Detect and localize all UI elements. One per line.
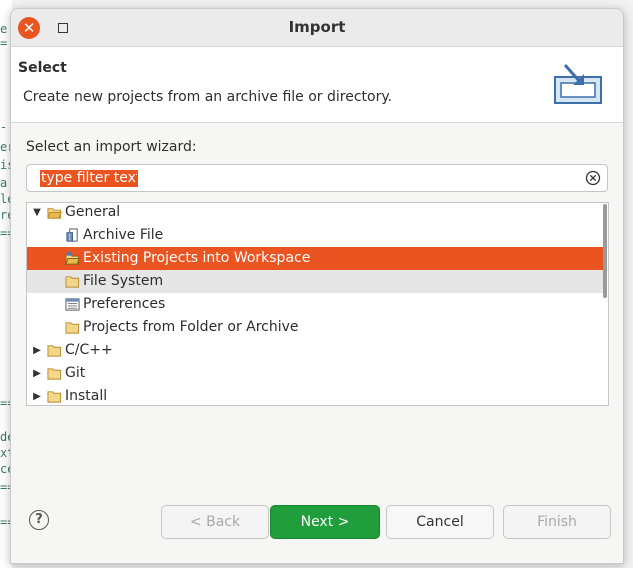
editor-fragment: - bbox=[0, 120, 8, 134]
project-folder-icon bbox=[65, 251, 80, 265]
tree-item-label: Preferences bbox=[83, 296, 166, 312]
tree-item-file-system[interactable]: File System bbox=[27, 270, 607, 293]
archive-file-icon bbox=[66, 228, 78, 242]
tree-item-label: Git bbox=[65, 365, 86, 381]
titlebar: ✕ Import bbox=[11, 9, 623, 47]
tree-item-label: Existing Projects into Workspace bbox=[83, 250, 311, 266]
wizard-tree[interactable]: ▼ General Archive File Existing Projects… bbox=[26, 202, 609, 406]
chevron-right-icon[interactable]: ▶ bbox=[31, 339, 43, 362]
folder-icon bbox=[65, 322, 80, 334]
wizard-label: Select an import wizard: bbox=[26, 139, 197, 155]
tree-scrollbar[interactable] bbox=[603, 204, 607, 298]
finish-button[interactable]: Finish bbox=[503, 505, 611, 539]
tree-item-label: C/C++ bbox=[65, 342, 113, 358]
preferences-icon bbox=[65, 298, 80, 311]
folder-icon bbox=[65, 276, 80, 288]
tree-item-projects-from-folder[interactable]: Projects from Folder or Archive bbox=[27, 316, 607, 339]
editor-fragment: = bbox=[0, 36, 8, 50]
editor-fragment: e bbox=[0, 22, 8, 36]
folder-icon bbox=[47, 391, 62, 403]
folder-open-icon bbox=[47, 208, 62, 219]
window-title: Import bbox=[288, 18, 346, 36]
editor-fragment: a bbox=[0, 176, 8, 190]
filter-field[interactable] bbox=[26, 164, 608, 192]
tree-item-archive-file[interactable]: Archive File bbox=[27, 224, 607, 247]
page-title: Select bbox=[18, 60, 67, 76]
tree-item-label: Install bbox=[65, 388, 108, 404]
cancel-button[interactable]: Cancel bbox=[386, 505, 494, 539]
folder-icon bbox=[47, 368, 62, 380]
chevron-down-icon[interactable]: ▼ bbox=[31, 203, 43, 224]
page-description: Create new projects from an archive file… bbox=[23, 89, 393, 105]
import-wizard-icon bbox=[554, 64, 602, 104]
back-button[interactable]: < Back bbox=[161, 505, 269, 539]
tree-item-existing-projects[interactable]: Existing Projects into Workspace bbox=[27, 247, 607, 270]
tree-item-install[interactable]: ▶ Install bbox=[27, 385, 607, 405]
next-button[interactable]: Next > bbox=[270, 505, 380, 539]
chevron-right-icon[interactable]: ▶ bbox=[31, 385, 43, 405]
tree-item-c-cpp[interactable]: ▶ C/C++ bbox=[27, 339, 607, 362]
tree-item-label: General bbox=[65, 204, 121, 220]
tree-item-label: Archive File bbox=[83, 227, 164, 243]
help-icon[interactable]: ? bbox=[29, 510, 49, 530]
tree-item-label: Projects from Folder or Archive bbox=[83, 319, 299, 335]
wizard-header: Select Create new projects from an archi… bbox=[11, 47, 623, 123]
button-bar: ? < Back Next > Cancel Finish bbox=[11, 499, 623, 549]
filter-input[interactable] bbox=[40, 170, 138, 187]
import-dialog: ✕ Import Select Create new projects from… bbox=[10, 8, 624, 564]
chevron-right-icon[interactable]: ▶ bbox=[31, 362, 43, 385]
folder-icon bbox=[47, 345, 62, 357]
tree-item-label: File System bbox=[83, 273, 164, 289]
tree-item-preferences[interactable]: Preferences bbox=[27, 293, 607, 316]
tree-item-git[interactable]: ▶ Git bbox=[27, 362, 607, 385]
tree-item-general[interactable]: ▼ General bbox=[27, 203, 607, 224]
clear-icon[interactable] bbox=[585, 170, 601, 186]
